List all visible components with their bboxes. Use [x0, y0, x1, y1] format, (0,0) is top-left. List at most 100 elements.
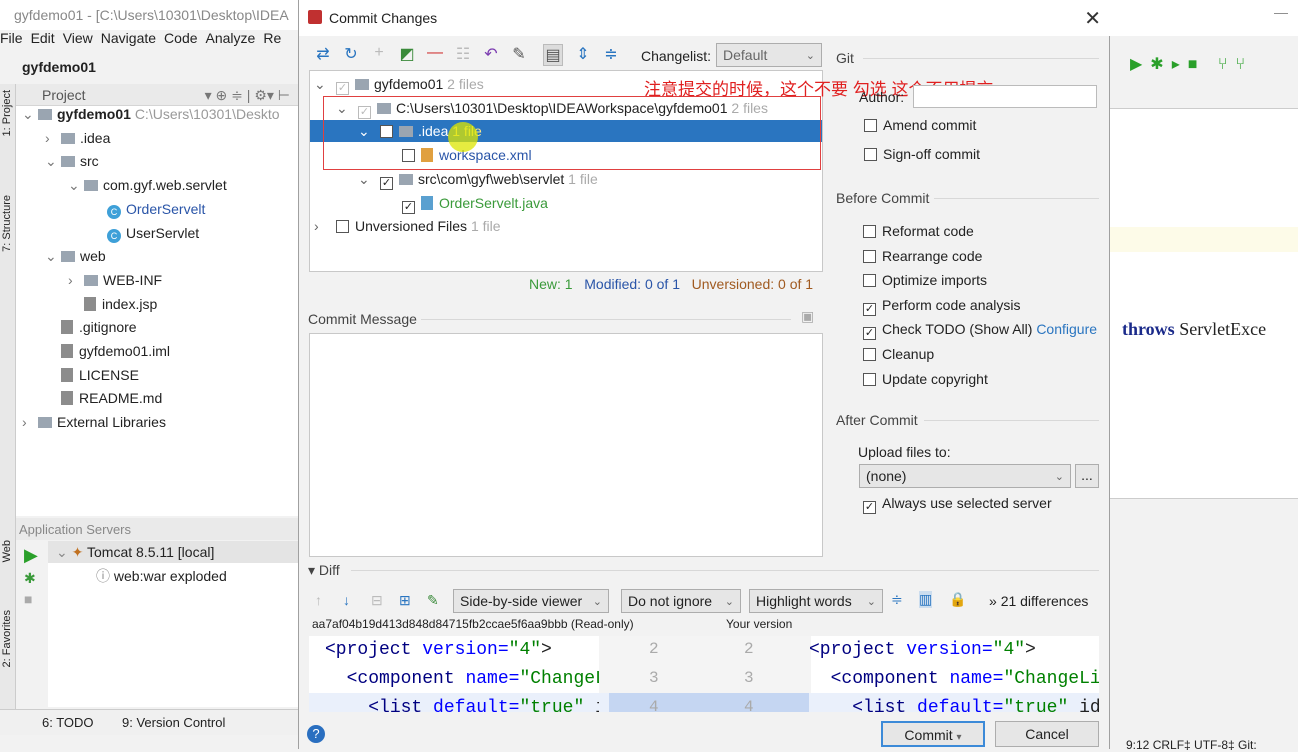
before-commit-option[interactable]: Optimize imports	[863, 272, 987, 288]
project-tree-item[interactable]: C OrderServelt	[91, 201, 205, 223]
stop-icon[interactable]: ■	[16, 587, 48, 607]
chevron-down-icon[interactable]: ⌄	[45, 248, 61, 265]
cancel-button[interactable]: Cancel	[995, 721, 1099, 747]
group-icon[interactable]: ☷	[453, 44, 473, 66]
chevron-right-icon[interactable]: ›	[68, 272, 84, 288]
server-item[interactable]: ⌄ ✦ Tomcat 8.5.11 [local]	[48, 541, 298, 563]
before-commit-option[interactable]: Cleanup	[863, 346, 934, 362]
include-checkbox[interactable]: ✓	[336, 82, 349, 95]
breadcrumb[interactable]: gyfdemo01	[0, 54, 298, 82]
checkbox[interactable]: ✓	[863, 501, 876, 514]
chevron-right-icon[interactable]: ›	[45, 130, 61, 146]
chevron-right-icon[interactable]: ›	[314, 218, 336, 234]
chevron-right-icon[interactable]: ›	[22, 414, 38, 430]
move-icon[interactable]: ◩	[397, 44, 417, 66]
checkbox[interactable]	[863, 274, 876, 288]
editor[interactable]: throws ServletExce	[1110, 108, 1298, 498]
project-tree-item[interactable]: ⌄ web	[45, 248, 106, 270]
checkbox[interactable]: ✓	[863, 302, 876, 316]
next-diff-icon[interactable]: ↓	[343, 592, 350, 608]
show-diff-icon[interactable]: ⇄	[313, 44, 333, 66]
ignore-select[interactable]: Do not ignore ⌄	[621, 589, 741, 613]
chevron-down-icon[interactable]: ⌄	[314, 76, 336, 93]
include-checkbox[interactable]: ✓	[402, 200, 415, 214]
menu-navigate[interactable]: Navigate	[101, 30, 156, 46]
include-checkbox[interactable]: ✓	[380, 176, 393, 190]
chevron-down-icon[interactable]: ⌄	[68, 177, 84, 194]
checkbox[interactable]	[863, 249, 876, 263]
jump-source-icon[interactable]: ⊟	[371, 592, 383, 609]
highlight-select[interactable]: Highlight words ⌄	[749, 589, 883, 613]
menu-analyze[interactable]: Analyze	[206, 30, 256, 46]
commit-message-input[interactable]	[309, 333, 823, 557]
tab-web[interactable]: Web	[1, 540, 14, 562]
project-tree-item[interactable]: › .idea	[45, 130, 110, 152]
revert-icon[interactable]: ↶	[481, 44, 501, 66]
project-tree-item[interactable]: ⌄ src	[45, 153, 99, 175]
upload-server-select[interactable]: (none) ⌄	[859, 464, 1071, 488]
menu-code[interactable]: Code	[164, 30, 197, 46]
signoff-commit-checkbox[interactable]: Sign-off commit	[864, 146, 980, 162]
before-commit-option[interactable]: Update copyright	[863, 371, 988, 387]
collapse-all-icon[interactable]: ≑	[601, 44, 621, 66]
artifact-item[interactable]: ⓘ web:war exploded	[48, 563, 298, 586]
tab-favorites[interactable]: 2: Favorites	[1, 610, 14, 667]
configure-link[interactable]: Configure	[1036, 321, 1097, 337]
diff-viewer[interactable]: <project version="4"> <project version="4…	[309, 636, 1099, 712]
author-input[interactable]	[913, 85, 1097, 108]
minimize-icon[interactable]: —	[1274, 4, 1288, 20]
message-history-icon[interactable]: ▣	[801, 308, 814, 325]
checkbox[interactable]	[863, 225, 876, 238]
menu-refactor[interactable]: Re	[263, 30, 281, 46]
project-tree-item[interactable]: ⌄ gyfdemo01 C:\Users\10301\Deskto	[22, 106, 280, 128]
checkbox[interactable]	[864, 119, 877, 132]
run-toolbar[interactable]: ▶✱▸■ ⑂⑂	[1130, 54, 1253, 74]
chevron-down-icon[interactable]: ⌄	[22, 106, 38, 123]
edit-source-icon[interactable]: ✎	[509, 44, 529, 66]
checkbox[interactable]	[863, 372, 876, 386]
tab-structure[interactable]: 7: Structure	[1, 195, 14, 252]
project-panel-title[interactable]: Project	[42, 87, 86, 103]
help-button[interactable]: ?	[307, 725, 325, 743]
tab-version-control[interactable]: 9: Version Control	[122, 715, 225, 730]
refresh-icon[interactable]: ↻	[341, 44, 361, 66]
viewer-select[interactable]: Side-by-side viewer ⌄	[453, 589, 609, 613]
lock-icon[interactable]: 🔒	[949, 591, 966, 608]
always-use-server-checkbox[interactable]: ✓ Always use selected server	[863, 495, 1052, 514]
browse-servers-button[interactable]: ...	[1075, 464, 1099, 488]
before-commit-option[interactable]: Rearrange code	[863, 248, 982, 264]
before-commit-option[interactable]: ✓ Check TODO (Show All) Configure	[863, 321, 1097, 341]
project-tree-item[interactable]: C UserServlet	[91, 225, 199, 247]
project-tree-item[interactable]: README.md	[45, 390, 162, 412]
checkbox[interactable]	[863, 348, 876, 361]
panel-gear-icon[interactable]: ▾ ⊕ ≑ | ⚙▾ ⊢	[205, 87, 290, 104]
chevron-down-icon[interactable]: ⌄	[358, 171, 380, 188]
project-tree-item[interactable]: gyfdemo01.iml	[45, 343, 170, 365]
group-by-directory-icon[interactable]: ▤	[543, 44, 563, 66]
checkbox[interactable]	[864, 148, 877, 161]
before-commit-option[interactable]: ✓ Perform code analysis	[863, 297, 1021, 316]
checkbox[interactable]: ✓	[863, 327, 876, 341]
menu-edit[interactable]: Edit	[31, 30, 55, 46]
include-checkbox[interactable]	[336, 220, 349, 234]
menu-view[interactable]: View	[63, 30, 93, 46]
chevron-down-icon[interactable]: ⌄	[45, 153, 61, 170]
tab-todo[interactable]: 6: TODO	[42, 715, 94, 730]
change-item[interactable]: ✓ OrderServelt.java	[310, 192, 822, 214]
changelist-select[interactable]: Default ⌄	[716, 43, 822, 67]
menu-file[interactable]: File	[0, 30, 23, 46]
sync-scroll-icon[interactable]: ▥	[919, 591, 933, 608]
commit-button[interactable]: Commit ▾	[881, 721, 985, 747]
change-item[interactable]: ⌄ ✓ src\com\gyf\web\servlet 1 file	[310, 168, 822, 190]
expand-all-icon[interactable]: ⇕	[573, 44, 593, 66]
before-commit-option[interactable]: Reformat code	[863, 223, 974, 239]
commit-dropdown-icon[interactable]: ▾	[957, 732, 962, 743]
debug-icon[interactable]: ✱	[16, 566, 48, 587]
open-file-icon[interactable]: ⊞	[399, 592, 411, 609]
diff-section-toggle[interactable]: ▾ Diff	[308, 562, 340, 579]
project-tree-item[interactable]: .gitignore	[45, 319, 137, 341]
project-tree-item[interactable]: ⌄ com.gyf.web.servlet	[68, 177, 227, 199]
project-tree-item[interactable]: LICENSE	[45, 367, 139, 389]
project-tree-item[interactable]: › WEB-INF	[68, 272, 162, 294]
prev-diff-icon[interactable]: ↑	[315, 592, 322, 608]
